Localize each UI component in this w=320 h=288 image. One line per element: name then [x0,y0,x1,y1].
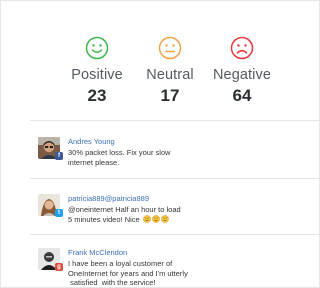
post-text-line: @oneinternet Half an hour to load [68,205,181,214]
post-author[interactable]: Andres Young [68,137,228,147]
positive-label: Positive [71,67,123,83]
divider [30,120,320,121]
post-text: I have been a loyal customer of OneInter… [68,259,228,288]
twitter-icon: t [55,209,63,217]
neutral-stat[interactable]: Neutral 17 [130,36,210,107]
sentiment-card: Positive 23 Neutral 17 Negative 64 f And… [0,0,320,288]
post-author[interactable]: patricia889@patricia889 [68,194,228,204]
positive-count: 23 [87,86,107,105]
post-text-line: OneInternet for years and I'm utterly [68,268,188,278]
neutral-count: 17 [160,86,180,105]
post-text: @oneinternet Half an hour to load 5 minu… [68,205,228,224]
post-text: 30% packet loss. Fix your slow internet … [68,148,228,167]
neutral-label: Neutral [146,67,194,83]
post-content: Andres Young 30% packet loss. Fix your s… [68,137,228,167]
sentiment-summary: Positive 23 Neutral 17 Negative 64 [0,0,320,118]
negative-label: Negative [212,67,272,83]
angry-face-emoji [160,214,169,223]
google-plus-icon: g [55,263,63,271]
angry-face-emoji [142,214,151,223]
divider [30,178,320,179]
post-text-line: satisfied with the service! [68,278,156,288]
post-text-line: I have been a loyal customer of [68,259,173,268]
sad-face-icon [230,36,254,60]
post-content: Frank McClendon I have been a loyal cust… [68,248,228,288]
positive-stat[interactable]: Positive 23 [57,36,137,107]
post-content: patricia889@patricia889 @oneinternet Hal… [68,194,228,224]
post-text-line: 30% packet loss. Fix your slow [68,148,171,157]
post-text-line: internet please. [68,157,120,167]
smiley-face-icon [85,36,109,60]
facebook-icon: f [55,152,63,160]
neutral-face-icon [158,36,182,60]
angry-face-emoji [151,214,160,223]
negative-stat[interactable]: Negative 64 [202,36,282,107]
post-author[interactable]: Frank McClendon [68,248,228,258]
post-text-line: 5 minutes video! Nice [68,215,228,225]
negative-count: 64 [232,86,252,105]
divider [30,234,320,235]
